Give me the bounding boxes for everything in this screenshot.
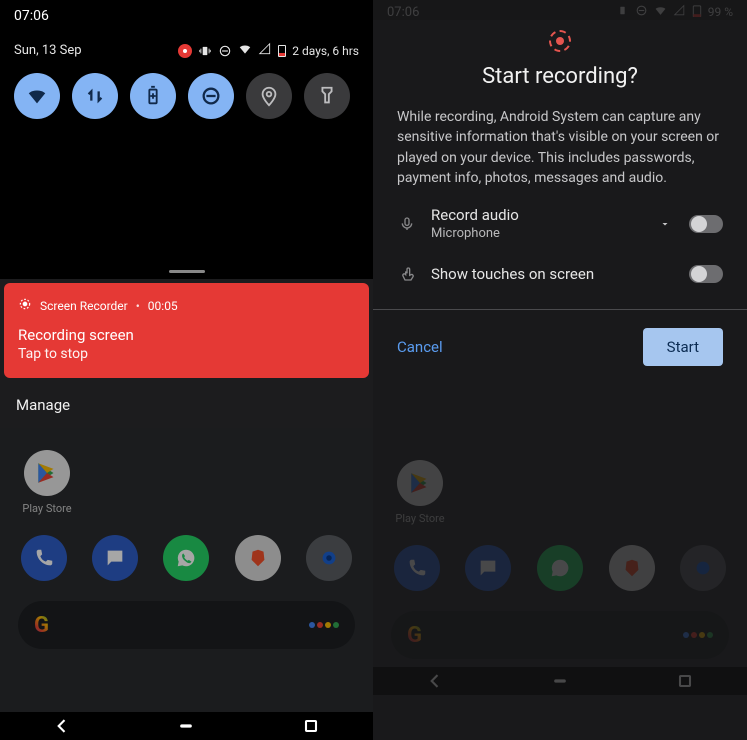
- shade-body: [0, 141, 373, 279]
- dock-phone[interactable]: [21, 535, 67, 581]
- manage-button[interactable]: Manage: [0, 382, 373, 428]
- home-screen-dimmed: Play Store G: [0, 428, 373, 712]
- start-button[interactable]: Start: [643, 328, 723, 366]
- clock: 07:06: [14, 8, 49, 24]
- row-sublabel: Microphone: [431, 226, 641, 241]
- notification-subtitle: Tap to stop: [18, 346, 355, 362]
- separator-dot: •: [136, 299, 140, 313]
- screen-shade: 07:06 Sun, 13 Sep 2 days, 6 hrs: [0, 0, 373, 740]
- dnd-status-icon: [218, 44, 232, 58]
- date-label: Sun, 13 Sep: [14, 43, 82, 58]
- qs-tile-wifi[interactable]: [14, 73, 60, 119]
- app-label: Play Store: [22, 502, 71, 515]
- qs-tile-dnd[interactable]: [188, 73, 234, 119]
- notification-header: Screen Recorder • 00:05: [18, 297, 355, 314]
- status-icons: 2 days, 6 hrs: [178, 42, 359, 59]
- dialog-actions: Cancel Start: [373, 310, 747, 390]
- recording-notification[interactable]: Screen Recorder • 00:05 Recording screen…: [4, 283, 369, 378]
- nav-back-icon[interactable]: [52, 716, 72, 736]
- qs-header: Sun, 13 Sep 2 days, 6 hrs: [0, 24, 373, 67]
- notification-app-name: Screen Recorder: [40, 299, 128, 313]
- navigation-bar: [0, 712, 373, 740]
- nav-home-icon[interactable]: [176, 716, 196, 736]
- dock-messages[interactable]: [92, 535, 138, 581]
- qs-tile-flashlight[interactable]: [304, 73, 350, 119]
- qs-tile-battery-saver[interactable]: [130, 73, 176, 119]
- notification-title: Recording screen: [18, 326, 355, 344]
- screen-dialog: 07:06 99 % Play Store: [373, 0, 747, 740]
- qs-tile-data[interactable]: [72, 73, 118, 119]
- status-bar: 07:06: [0, 0, 373, 24]
- search-bar[interactable]: G: [18, 601, 355, 649]
- screen-record-icon: [18, 297, 32, 314]
- wifi-status-icon: [238, 42, 252, 59]
- nav-recents-icon[interactable]: [301, 716, 321, 736]
- mic-icon: [397, 216, 417, 232]
- dock-whatsapp[interactable]: [163, 535, 209, 581]
- google-g-icon: G: [34, 613, 49, 638]
- row-label: Show touches on screen: [431, 265, 675, 283]
- dialog-record-icon: [397, 30, 723, 52]
- row-record-audio[interactable]: Record audio Microphone: [397, 188, 723, 247]
- qs-tile-location[interactable]: [246, 73, 292, 119]
- vibrate-icon: [198, 44, 212, 58]
- dock-camera[interactable]: [306, 535, 352, 581]
- recording-indicator-icon: [178, 44, 192, 58]
- signal-status-icon: [258, 42, 272, 59]
- record-audio-toggle[interactable]: [689, 215, 723, 233]
- assistant-icon[interactable]: [309, 622, 339, 628]
- row-show-touches[interactable]: Show touches on screen: [397, 247, 723, 289]
- dialog-title: Start recording?: [397, 64, 723, 89]
- cancel-button[interactable]: Cancel: [397, 338, 443, 356]
- dialog-body: While recording, Android System can capt…: [397, 107, 723, 188]
- recording-timer: 00:05: [148, 299, 178, 313]
- show-touches-toggle[interactable]: [689, 265, 723, 283]
- dock: [0, 515, 373, 589]
- battery-estimate: 2 days, 6 hrs: [292, 44, 359, 58]
- battery-status-icon: [278, 45, 286, 57]
- quick-settings-tiles: [0, 67, 373, 141]
- dropdown-icon[interactable]: [655, 218, 675, 230]
- app-play-store[interactable]: Play Store: [12, 450, 82, 515]
- shade-handle[interactable]: [169, 270, 205, 273]
- dialog-scrim: Start recording? While recording, Androi…: [373, 0, 747, 740]
- row-label: Record audio: [431, 206, 641, 224]
- start-recording-dialog: Start recording? While recording, Androi…: [373, 0, 747, 310]
- dock-brave[interactable]: [235, 535, 281, 581]
- touch-icon: [397, 266, 417, 282]
